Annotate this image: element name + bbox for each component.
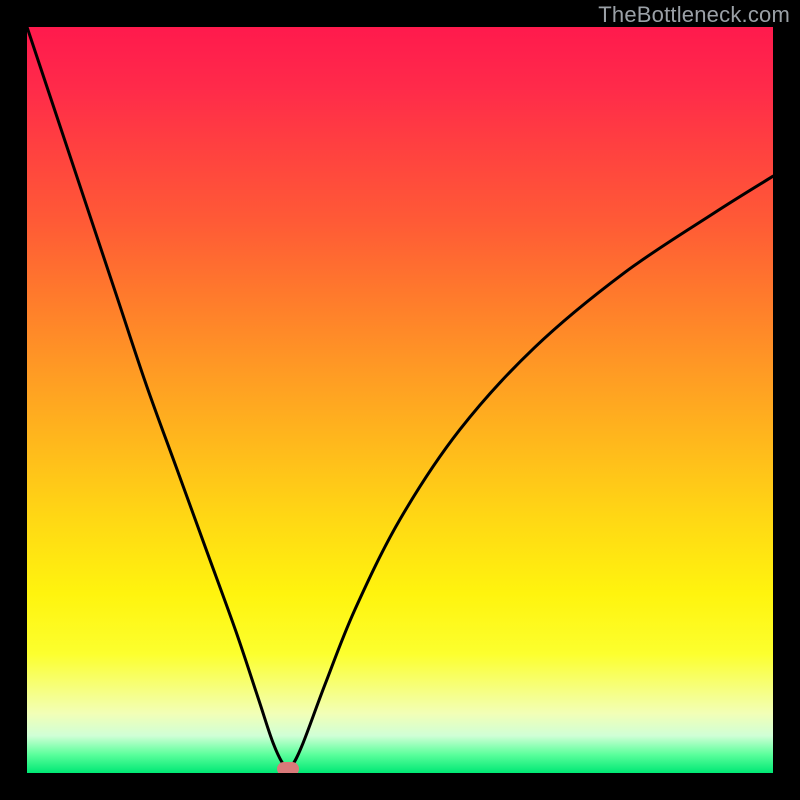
bottleneck-curve: [27, 27, 773, 773]
chart-frame: TheBottleneck.com: [0, 0, 800, 800]
optimum-marker: [277, 762, 299, 773]
watermark-text: TheBottleneck.com: [598, 2, 790, 28]
plot-area: [27, 27, 773, 773]
